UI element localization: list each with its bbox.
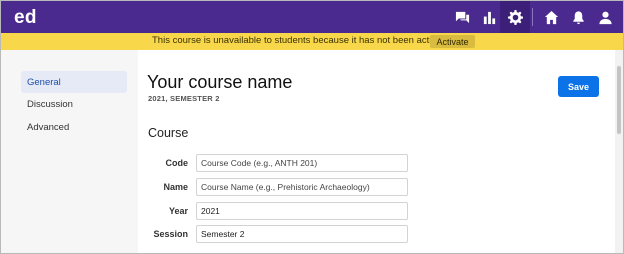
year-field-label: Year	[168, 206, 188, 216]
nav-divider	[532, 8, 533, 26]
settings-icon[interactable]	[500, 1, 530, 33]
course-year-input[interactable]: 2021	[196, 202, 408, 220]
course-name-input[interactable]: Course Name (e.g., Prehistoric Archaeolo…	[196, 178, 408, 196]
home-icon[interactable]	[536, 1, 566, 33]
vertical-scrollbar-thumb[interactable]	[617, 66, 621, 134]
section-heading-course: Course	[148, 126, 189, 140]
sidebar-item-advanced[interactable]: Advanced	[21, 116, 127, 138]
sidebar-item-label: Discussion	[27, 98, 73, 110]
code-field-label: Code	[165, 158, 189, 168]
course-session-input[interactable]: Semester 2	[196, 225, 408, 243]
notifications-icon[interactable]	[563, 1, 593, 33]
banner-message: This course is unavailable to students b…	[152, 35, 458, 46]
name-field-label: Name	[163, 182, 188, 192]
course-code-input[interactable]: Course Code (e.g., ANTH 201)	[196, 154, 408, 172]
settings-main-panel: Your course name 2021, SEMESTER 2 Save C…	[138, 50, 615, 253]
page-title: Your course name	[147, 72, 293, 92]
sidebar-item-general[interactable]: General	[21, 71, 127, 93]
top-nav-bar: ed	[1, 1, 623, 33]
sidebar-item-label: Advanced	[27, 121, 70, 133]
profile-icon[interactable]	[590, 1, 620, 33]
sidebar-item-label: General	[27, 76, 61, 88]
sidebar-item-discussion[interactable]: Discussion	[21, 93, 127, 115]
settings-sidebar: General Discussion Advanced	[1, 50, 138, 253]
course-term-subtitle: 2021, SEMESTER 2	[148, 94, 220, 103]
session-field-label: Session	[153, 229, 188, 239]
app-window: ed This course is unavailable to student…	[0, 0, 624, 254]
activation-warning-banner: This course is unavailable to students b…	[1, 33, 623, 50]
activate-button[interactable]: Activate	[430, 35, 475, 48]
save-button[interactable]: Save	[558, 76, 599, 97]
discussion-icon[interactable]	[447, 1, 477, 33]
ed-logo[interactable]: ed	[14, 7, 37, 29]
